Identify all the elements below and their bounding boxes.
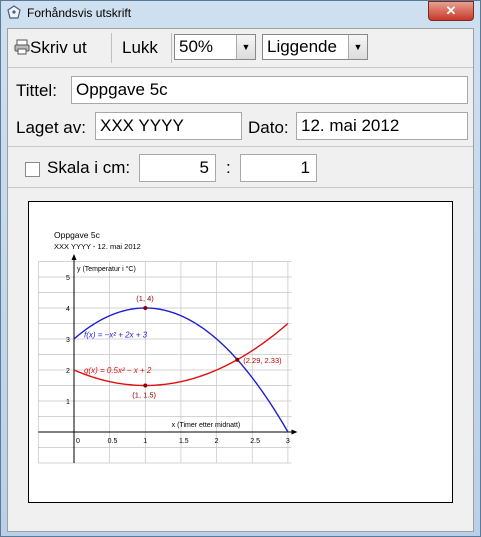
author-label: Laget av:: [16, 118, 86, 137]
y-tick-label: 1: [66, 399, 70, 406]
title-label: Tittel:: [16, 81, 57, 100]
x-tick-label: 1.5: [179, 438, 189, 445]
x-tick-label: 2.5: [250, 438, 260, 445]
printer-icon: [14, 39, 30, 55]
data-point-label: (1, 4): [136, 294, 154, 303]
y-axis-label: y (Temperatur i °C): [77, 265, 136, 273]
y-tick-label: 3: [66, 337, 70, 344]
x-axis-label: x (Timer etter midnatt): [172, 422, 241, 429]
series-label: f(x) = −x² + 2x + 3: [84, 330, 148, 339]
x-axis-arrow: [291, 429, 298, 435]
orientation-select[interactable]: Liggende ▼: [262, 34, 368, 60]
scale-checkbox[interactable]: [25, 162, 40, 177]
zoom-value: 50%: [179, 37, 214, 56]
scale-label: Skala i cm:: [47, 158, 131, 177]
zoom-select[interactable]: 50% ▼: [174, 34, 256, 60]
close-button[interactable]: Lukk: [122, 33, 158, 63]
app-icon: [7, 5, 21, 19]
toolbar: Skriv ut Lukk 50% ▼ Liggende ▼: [8, 29, 473, 68]
header-fields-panel: Tittel: Oppgave 5c Laget av: XXX YYYY Da…: [8, 68, 473, 147]
close-window-button[interactable]: ✕: [428, 1, 474, 21]
x-tick-label: 0: [76, 438, 80, 445]
y-tick-label: 5: [66, 275, 70, 282]
graph-chart: Oppgave 5c XXX YYYY - 12. mai 2012 0 0.5 1…: [38, 230, 298, 464]
title-input[interactable]: Oppgave 5c: [71, 76, 468, 104]
orientation-value: Liggende: [267, 37, 337, 56]
print-label: Skriv ut: [30, 38, 87, 57]
y-tick-label: 2: [66, 368, 70, 375]
print-preview-window: Forhåndsvis utskrift ✕ Skriv ut Lukk 50%…: [0, 0, 481, 537]
scale-right-input[interactable]: 1: [240, 154, 317, 182]
window-title: Forhåndsvis utskrift: [27, 6, 132, 20]
toolbar-separator: [171, 33, 172, 63]
y-tick-label: 4: [66, 306, 70, 313]
chevron-down-icon[interactable]: ▼: [348, 35, 367, 59]
data-point-label: (2.29, 2.33): [243, 356, 282, 365]
x-tick-label: 3: [286, 438, 290, 445]
toolbar-separator: [111, 33, 112, 63]
page-heading: Oppgave 5c: [54, 230, 101, 240]
data-point: [143, 383, 148, 388]
y-axis-arrow: [71, 253, 77, 260]
dialog-body: Skriv ut Lukk 50% ▼ Liggende ▼ Tittel: O…: [7, 28, 474, 532]
scale-panel: Skala i cm: 5 : 1: [8, 147, 473, 188]
x-tick-label: 0.5: [108, 438, 118, 445]
date-input[interactable]: 12. mai 2012: [296, 112, 468, 140]
x-tick-label: 1: [143, 438, 147, 445]
x-tick-label: 2: [215, 438, 219, 445]
data-point: [143, 306, 148, 310]
page-subheading: XXX YYYY - 12. mai 2012: [54, 242, 141, 251]
scale-colon: :: [226, 158, 231, 177]
preview-page: Oppgave 5c XXX YYYY - 12. mai 2012 0 0.5 1…: [28, 201, 453, 503]
chevron-down-icon[interactable]: ▼: [236, 35, 255, 59]
title-bar[interactable]: Forhåndsvis utskrift ✕: [1, 1, 480, 25]
data-point: [235, 357, 240, 362]
series-label: g(x) = 0.5x² − x + 2: [84, 366, 152, 375]
preview-area: Oppgave 5c XXX YYYY - 12. mai 2012 0 0.5 1…: [8, 188, 473, 531]
author-input[interactable]: XXX YYYY: [95, 112, 242, 140]
data-point-label: (1, 1.5): [132, 391, 156, 400]
print-button[interactable]: Skriv ut: [14, 33, 87, 63]
date-label: Dato:: [248, 118, 289, 137]
scale-left-input[interactable]: 5: [139, 154, 216, 182]
